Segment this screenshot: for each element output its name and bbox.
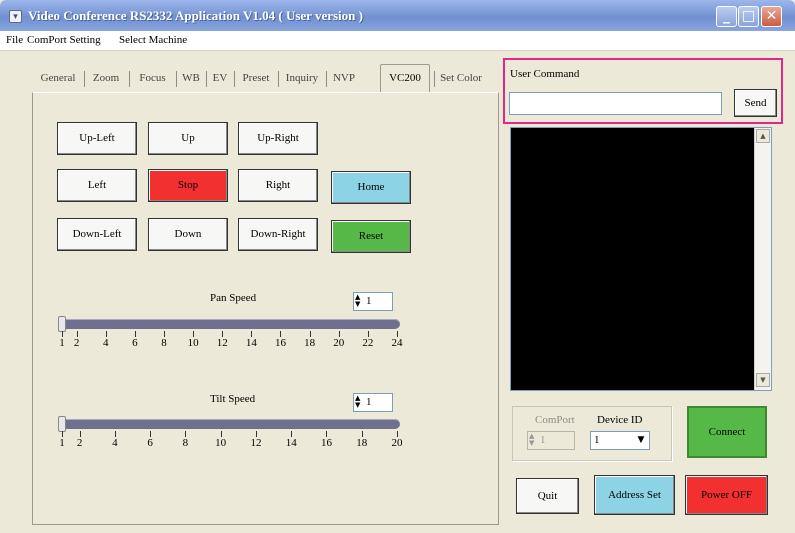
slider-tick-label: 14 <box>245 337 257 349</box>
minimize-icon[interactable]: _ <box>716 6 737 27</box>
tilt-speed-spinner[interactable]: ▲ ▼ 1 <box>353 393 393 412</box>
device-id-value: 1 <box>594 434 600 446</box>
chevron-down-icon[interactable]: ▼ <box>634 433 648 448</box>
tab-separator <box>434 71 435 87</box>
slider-tick-label: 10 <box>187 337 199 349</box>
menu-select-machine[interactable]: Select Machine <box>119 34 187 46</box>
address-set-button[interactable]: Address Set <box>594 475 675 515</box>
tab-nvp[interactable]: NVP <box>328 67 360 92</box>
slider-tick-label: 24 <box>391 337 403 349</box>
spinner-arrows-icon[interactable]: ▲ ▼ <box>529 433 538 448</box>
pan-speed-slider[interactable] <box>60 319 400 329</box>
tab-preset[interactable]: Preset <box>236 67 276 92</box>
slider-tick-label: 8 <box>161 337 167 349</box>
tab-separator <box>234 71 235 87</box>
slider-tick-label: 1 <box>59 337 65 349</box>
slider-tick-label: 8 <box>182 437 189 449</box>
pan-speed-thumb[interactable] <box>58 316 66 332</box>
stop-button[interactable]: Stop <box>148 169 228 202</box>
tilt-speed-slider[interactable] <box>60 419 400 429</box>
down-button[interactable]: Down <box>148 218 228 251</box>
slider-tick-label: 12 <box>216 337 228 349</box>
tab-separator <box>84 71 85 87</box>
device-id-label: Device ID <box>597 414 643 426</box>
vc200-panel <box>32 92 499 525</box>
pan-speed-label: Pan Speed <box>210 292 257 304</box>
slider-tick-label: 18 <box>356 437 368 449</box>
tab-ev[interactable]: EV <box>208 67 232 92</box>
slider-tick-label: 4 <box>112 437 118 449</box>
down-right-button[interactable]: Down-Right <box>238 218 318 251</box>
tab-separator <box>278 71 279 87</box>
slider-tick-label: 2 <box>73 337 80 349</box>
slider-tick-label: 2 <box>76 437 83 449</box>
pan-speed-spinner[interactable]: ▲ ▼ 1 <box>353 292 393 311</box>
response-log[interactable] <box>510 127 772 391</box>
power-off-button[interactable]: Power OFF <box>685 475 768 515</box>
close-icon[interactable]: ✕ <box>761 6 782 27</box>
comport-value: 1 <box>540 434 546 446</box>
tab-separator <box>176 71 177 87</box>
tab-separator <box>129 71 130 87</box>
pan-speed-value: 1 <box>366 295 372 307</box>
home-button[interactable]: Home <box>331 171 411 204</box>
left-button[interactable]: Left <box>57 169 137 202</box>
up-left-button[interactable]: Up-Left <box>57 122 137 155</box>
device-id-select[interactable]: 1 ▼ <box>590 431 650 450</box>
tab-zoom[interactable]: Zoom <box>86 67 126 92</box>
tilt-speed-scale: 1 2 4 6 8 10 12 14 16 18 20 <box>0 431 795 456</box>
tab-separator <box>206 71 207 87</box>
slider-tick-label: 4 <box>102 337 109 349</box>
tilt-speed-label: Tilt Speed <box>210 393 256 405</box>
tab-vc200[interactable]: VC200 <box>380 64 430 92</box>
app-menu-icon[interactable]: ▾ <box>9 10 22 23</box>
slider-tick-label: 14 <box>285 437 297 449</box>
spinner-arrows-icon[interactable]: ▲ ▼ <box>355 294 364 309</box>
slider-tick-label: 16 <box>320 437 332 449</box>
tab-set-color[interactable]: Set Color <box>436 67 486 92</box>
send-button[interactable]: Send <box>734 89 777 117</box>
tab-separator <box>326 71 327 87</box>
tab-inquiry[interactable]: Inquiry <box>280 67 324 92</box>
comport-spinner[interactable]: ▲ ▼ 1 <box>527 431 575 450</box>
slider-tick-label: 1 <box>59 437 65 449</box>
up-button[interactable]: Up <box>148 122 228 155</box>
spinner-arrows-icon[interactable]: ▲ ▼ <box>355 395 364 410</box>
reset-button[interactable]: Reset <box>331 220 411 253</box>
slider-tick-label: 6 <box>132 337 138 349</box>
right-button[interactable]: Right <box>238 169 318 202</box>
scroll-up-icon[interactable]: ▲ <box>756 129 770 143</box>
menu-comport-setting[interactable]: ComPort Setting <box>27 34 101 46</box>
slider-tick-label: 20 <box>333 337 345 349</box>
slider-tick-label: 22 <box>362 337 374 349</box>
tab-wb[interactable]: WB <box>178 67 204 92</box>
tilt-speed-thumb[interactable] <box>58 416 66 432</box>
up-right-button[interactable]: Up-Right <box>238 122 318 155</box>
log-scrollbar[interactable]: ▲ ▼ <box>754 128 771 390</box>
window-title: Video Conference RS2332 Application V1.0… <box>28 8 363 23</box>
slider-tick-label: 12 <box>250 437 262 449</box>
connect-button[interactable]: Connect <box>687 406 767 458</box>
tilt-speed-value: 1 <box>366 396 372 408</box>
down-left-button[interactable]: Down-Left <box>57 218 137 251</box>
user-command-input[interactable] <box>509 92 722 115</box>
scroll-down-icon[interactable]: ▼ <box>756 373 770 387</box>
slider-tick-label: 6 <box>147 437 153 449</box>
user-command-label: User Command <box>510 68 580 80</box>
maximize-icon[interactable]: □ <box>738 6 759 27</box>
menu-file[interactable]: File <box>6 34 23 46</box>
quit-button[interactable]: Quit <box>516 478 579 514</box>
slider-tick-label: 20 <box>391 437 403 449</box>
tab-general[interactable]: General <box>34 67 82 92</box>
comport-label: ComPort <box>535 414 575 426</box>
slider-tick-label: 18 <box>304 337 316 349</box>
slider-tick-label: 10 <box>215 437 227 449</box>
tab-focus[interactable]: Focus <box>131 67 174 92</box>
slider-tick-label: 16 <box>274 337 286 349</box>
